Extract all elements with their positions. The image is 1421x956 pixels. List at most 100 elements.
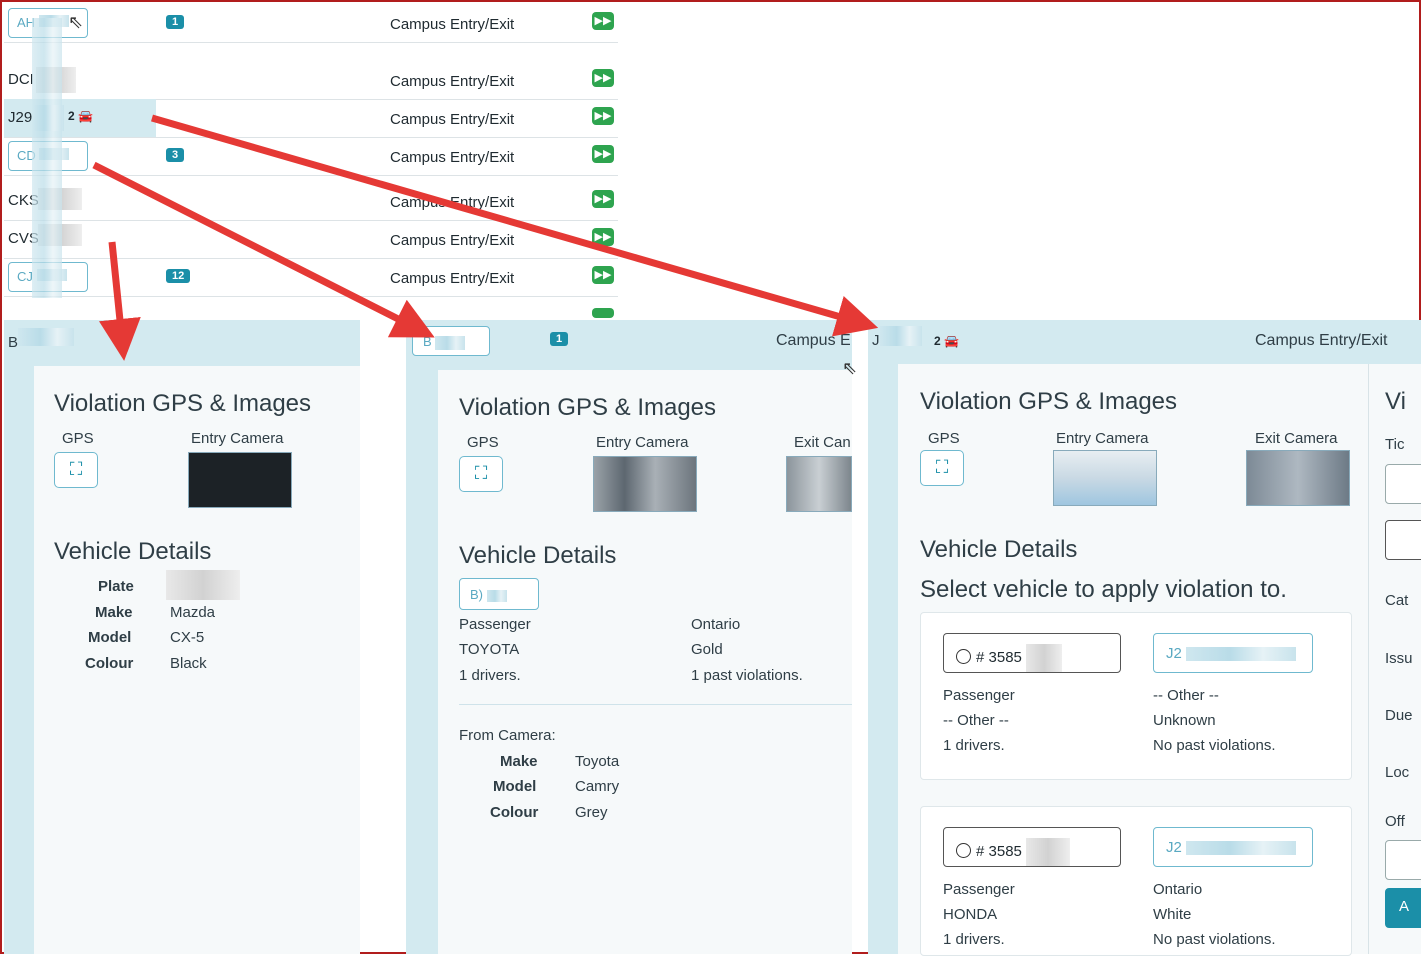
camera-model: Camry bbox=[575, 778, 620, 795]
location-text: Campus Entry/Exit bbox=[390, 232, 515, 249]
exit-camera-image[interactable] bbox=[786, 456, 852, 512]
apply-button[interactable]: A bbox=[1385, 888, 1421, 928]
fast-forward-icon[interactable]: ▶▶ bbox=[592, 228, 614, 246]
colour-label: Colour bbox=[490, 804, 539, 821]
row-code: DCI bbox=[8, 71, 34, 88]
location-text: Campus Entry/Exit bbox=[390, 270, 515, 287]
list-row[interactable]: CD 3 Campus Entry/Exit ▶▶ bbox=[4, 137, 618, 176]
violation-form-card: Vi Tic Cat Issu Due Loc Off A bbox=[1368, 364, 1421, 954]
vehicle-details-heading: Vehicle Details bbox=[54, 538, 212, 565]
vehicle-type: Passenger bbox=[943, 687, 1015, 704]
car-count: 2 🚘 bbox=[934, 334, 959, 348]
camera-make: Toyota bbox=[575, 753, 620, 770]
vehicle-make: HONDA bbox=[943, 906, 998, 923]
fast-forward-icon[interactable]: ▶▶ bbox=[592, 145, 614, 163]
exit-camera-image[interactable] bbox=[1246, 450, 1350, 506]
detail-card: Violation GPS & Images GPS Entry Camera … bbox=[34, 366, 360, 954]
make-label: Make bbox=[500, 753, 538, 770]
gps-label: GPS bbox=[467, 434, 499, 451]
ticket-label: Tic bbox=[1385, 436, 1405, 453]
location-text: Campus E bbox=[776, 332, 851, 349]
vehicle-details-heading: Vehicle Details bbox=[459, 542, 617, 569]
gps-heading: Violation GPS & Images bbox=[920, 388, 1178, 415]
vehicle-option[interactable]: # 3585 J2 Passenger -- Other -- -- Other… bbox=[920, 612, 1352, 780]
cursor-icon: ⇖ bbox=[842, 358, 858, 378]
radio-icon[interactable] bbox=[956, 648, 971, 664]
redaction bbox=[32, 18, 62, 298]
map-icon[interactable]: ⛶ bbox=[54, 452, 98, 488]
fast-forward-icon[interactable]: ▶▶ bbox=[592, 107, 614, 125]
list-row-selected[interactable]: J29 2 🚘 Campus Entry/Exit ▶▶ bbox=[4, 99, 618, 138]
fast-forward-icon[interactable]: ▶▶ bbox=[592, 12, 614, 30]
location-text: Campus Entry/Exit bbox=[390, 194, 515, 211]
ticket-input[interactable] bbox=[1385, 464, 1421, 504]
violation-count: No past violations. bbox=[1153, 737, 1276, 754]
map-icon[interactable]: ⛶ bbox=[459, 456, 503, 492]
location-text: Campus Entry/Exit bbox=[1255, 332, 1388, 349]
driver-count: 1 drivers. bbox=[459, 667, 521, 684]
list-row[interactable]: DCI Campus Entry/Exit ▶▶ bbox=[4, 61, 618, 100]
vehicle-province: -- Other -- bbox=[943, 712, 1009, 729]
vehicle-option[interactable]: # 3585 J2 Passenger Ontario HONDA White … bbox=[920, 806, 1352, 956]
due-label: Due bbox=[1385, 707, 1413, 724]
panel-mazda: B Violation GPS & Images GPS Entry Camer… bbox=[4, 320, 360, 954]
vehicle-type: Passenger bbox=[459, 616, 531, 633]
violation-count: No past violations. bbox=[1153, 931, 1276, 948]
vehicle-plate-button[interactable]: J2 bbox=[1153, 827, 1313, 867]
gps-label: GPS bbox=[928, 430, 960, 447]
vehicle-make: TOYOTA bbox=[459, 641, 520, 658]
vehicle-details-heading: Vehicle Details bbox=[920, 536, 1078, 563]
list-row[interactable]: CJ 12 Campus Entry/Exit ▶▶ bbox=[4, 258, 618, 297]
list-row[interactable]: AH 1 Campus Entry/Exit ▶▶ bbox=[4, 4, 618, 43]
entry-camera-label: Entry Camera bbox=[1056, 430, 1149, 447]
count-badge: 1 bbox=[550, 332, 569, 346]
list-row[interactable]: CVS Campus Entry/Exit ▶▶ bbox=[4, 220, 618, 259]
row-code: B bbox=[8, 334, 19, 351]
camera-colour: Grey bbox=[575, 804, 608, 821]
location-text: Campus Entry/Exit bbox=[390, 149, 515, 166]
vehicle-color: White bbox=[1153, 906, 1192, 923]
fast-forward-icon[interactable]: ▶▶ bbox=[592, 266, 614, 284]
map-icon[interactable]: ⛶ bbox=[920, 450, 964, 486]
driver-count: 1 drivers. bbox=[943, 931, 1005, 948]
location-label: Loc bbox=[1385, 764, 1410, 781]
entry-camera-image[interactable] bbox=[188, 452, 292, 508]
entry-camera-image[interactable] bbox=[1053, 450, 1157, 506]
panel-toyota: B 1 Campus E Violation GPS & Images GPS … bbox=[406, 320, 852, 954]
make-value: Mazda bbox=[170, 604, 216, 621]
count-badge: 12 bbox=[166, 269, 191, 283]
radio-icon[interactable] bbox=[956, 842, 971, 858]
vehicle-make: -- Other -- bbox=[1153, 687, 1219, 704]
vehicle-plate-button[interactable]: B) bbox=[459, 578, 539, 610]
colour-value: Black bbox=[170, 655, 207, 672]
location-text: Campus Entry/Exit bbox=[390, 73, 515, 90]
vehicle-radio[interactable]: # 3585 bbox=[943, 633, 1121, 673]
cursor-icon: ⇖ bbox=[68, 12, 84, 32]
car-icon: 🚘 bbox=[78, 109, 93, 123]
count-badge: 1 bbox=[166, 15, 185, 29]
make-label: Make bbox=[95, 604, 133, 621]
officer-input[interactable] bbox=[1385, 840, 1421, 880]
location-text: Campus Entry/Exit bbox=[390, 111, 515, 128]
model-label: Model bbox=[88, 629, 132, 646]
gps-heading: Violation GPS & Images bbox=[54, 390, 312, 417]
fast-forward-icon[interactable]: ▶▶ bbox=[592, 190, 614, 208]
vehicle-plate-button[interactable]: J2 bbox=[1153, 633, 1313, 673]
fast-forward-icon[interactable] bbox=[592, 308, 614, 318]
plate-button[interactable]: B bbox=[412, 326, 490, 356]
location-text: Campus Entry/Exit bbox=[390, 16, 515, 33]
model-label: Model bbox=[493, 778, 537, 795]
car-count: 2 🚘 bbox=[68, 109, 93, 123]
entry-camera-image[interactable] bbox=[593, 456, 697, 512]
vehicle-color: Unknown bbox=[1153, 712, 1216, 729]
fast-forward-icon[interactable]: ▶▶ bbox=[592, 69, 614, 87]
vehicle-radio[interactable]: # 3585 bbox=[943, 827, 1121, 867]
ticket-button[interactable] bbox=[1385, 520, 1421, 560]
count-badge: 3 bbox=[166, 148, 185, 162]
list-row[interactable]: CKS Campus Entry/Exit ▶▶ bbox=[4, 182, 618, 221]
exit-camera-label: Exit Can bbox=[794, 434, 851, 451]
category-label: Cat bbox=[1385, 592, 1409, 609]
model-value: CX-5 bbox=[170, 629, 205, 646]
issued-label: Issu bbox=[1385, 650, 1413, 667]
gps-heading: Violation GPS & Images bbox=[459, 394, 717, 421]
